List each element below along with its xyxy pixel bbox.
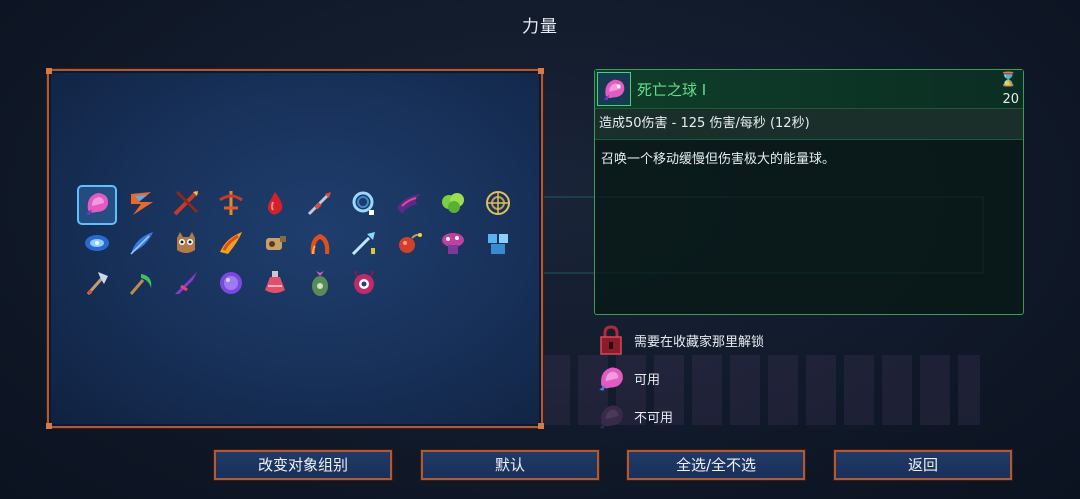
legend-locked-label: 需要在收藏家那里解锁 xyxy=(634,334,765,350)
lock-icon xyxy=(594,323,628,357)
shadow-wing-icon xyxy=(394,188,424,222)
blue-feather-icon xyxy=(127,228,157,262)
available-orb-icon xyxy=(594,361,628,395)
weapon-slot[interactable] xyxy=(257,227,293,263)
weapon-slot[interactable] xyxy=(257,187,293,223)
weapon-slot[interactable] xyxy=(79,267,115,303)
cooldown-value: 20 xyxy=(1002,92,1019,107)
weapon-slot[interactable] xyxy=(302,267,338,303)
crossed-spears-icon xyxy=(171,188,201,222)
select-all-button[interactable]: 全选/全不选 xyxy=(626,449,806,481)
weapon-slot[interactable] xyxy=(124,187,160,223)
ice-armor-icon xyxy=(483,228,513,262)
weapon-slot[interactable] xyxy=(302,227,338,263)
death-orb-icon xyxy=(82,188,112,222)
legend-locked: 需要在收藏家那里解锁 xyxy=(594,323,764,357)
death-orb-icon xyxy=(597,72,631,106)
weapon-slot[interactable] xyxy=(391,187,427,223)
wave-disc-icon xyxy=(82,228,112,262)
weapon-stats: 造成50伤害 - 125 伤害/每秒 (12秒) xyxy=(595,109,1023,140)
weapon-description: 召唤一个移动缓慢但伤害极大的能量球。 xyxy=(601,152,836,167)
page-title: 力量 xyxy=(522,17,558,37)
weapon-slot[interactable] xyxy=(346,187,382,223)
owl-icon xyxy=(171,228,201,262)
weapon-slot[interactable] xyxy=(77,185,117,225)
weapon-list-panel xyxy=(46,68,544,429)
unavailable-orb-icon xyxy=(594,399,628,433)
weapon-slot[interactable] xyxy=(480,187,516,223)
weapon-slot[interactable] xyxy=(435,187,471,223)
blood-drop-icon xyxy=(260,188,290,222)
axe-icon xyxy=(82,268,112,302)
weapon-slot[interactable] xyxy=(302,187,338,223)
golden-shield-icon xyxy=(483,188,513,222)
weapon-detail-panel: 死亡之球 Ⅰ ⌛ 20 造成50伤害 - 125 伤害/每秒 (12秒) 召唤一… xyxy=(594,69,1024,315)
fire-blade-icon xyxy=(216,228,246,262)
eye-creature-icon xyxy=(349,268,379,302)
weapon-slot[interactable] xyxy=(168,227,204,263)
purple-orb-icon xyxy=(216,268,246,302)
weapon-slot[interactable] xyxy=(346,227,382,263)
purple-dagger-icon xyxy=(171,268,201,302)
spear-icon xyxy=(305,188,335,222)
detail-header: 死亡之球 Ⅰ ⌛ 20 xyxy=(595,70,1023,109)
weapon-slot[interactable] xyxy=(213,227,249,263)
sickle-icon xyxy=(127,268,157,302)
hourglass-icon: ⌛ xyxy=(999,72,1017,88)
fire-crossbow-icon xyxy=(216,188,246,222)
weapon-slot[interactable] xyxy=(124,267,160,303)
weapon-slot[interactable] xyxy=(480,227,516,263)
seed-pod-icon xyxy=(305,268,335,302)
weapon-slot[interactable] xyxy=(391,227,427,263)
fire-ring-icon xyxy=(305,228,335,262)
change-group-button[interactable]: 改变对象组别 xyxy=(213,449,393,481)
legend-unavailable: 不可用 xyxy=(594,399,673,433)
ice-spear-icon xyxy=(349,228,379,262)
legend-available: 可用 xyxy=(594,361,660,395)
weapon-slot[interactable] xyxy=(346,267,382,303)
weapon-slot[interactable] xyxy=(435,227,471,263)
potion-icon xyxy=(260,268,290,302)
whistle-icon xyxy=(260,228,290,262)
weapon-slot[interactable] xyxy=(168,267,204,303)
lightning-blade-icon xyxy=(127,188,157,222)
weapon-slot[interactable] xyxy=(213,187,249,223)
weapon-slot[interactable] xyxy=(124,227,160,263)
mushroom-turret-icon xyxy=(438,228,468,262)
ice-ring-icon xyxy=(349,188,379,222)
back-button[interactable]: 返回 xyxy=(833,449,1013,481)
weapon-slot[interactable] xyxy=(79,227,115,263)
poison-cloud-icon xyxy=(438,188,468,222)
bomb-icon xyxy=(394,228,424,262)
weapon-slot[interactable] xyxy=(257,267,293,303)
weapon-grid xyxy=(77,185,523,303)
weapon-name: 死亡之球 Ⅰ xyxy=(637,81,707,99)
legend-available-label: 可用 xyxy=(634,372,661,388)
legend-unavailable-label: 不可用 xyxy=(634,410,674,426)
default-button[interactable]: 默认 xyxy=(420,449,600,481)
weapon-slot[interactable] xyxy=(213,267,249,303)
weapon-slot[interactable] xyxy=(168,187,204,223)
